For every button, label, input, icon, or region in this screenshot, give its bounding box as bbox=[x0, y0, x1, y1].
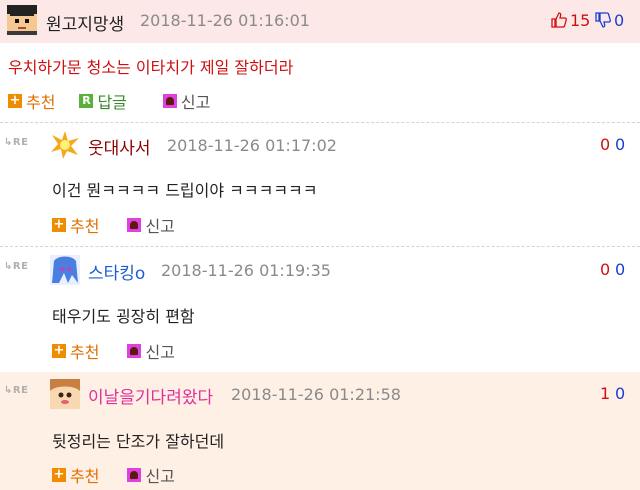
report-label: 신고 bbox=[145, 343, 175, 362]
reply-actions: + 추천 신고 bbox=[52, 214, 195, 236]
reply-up-count: 1 bbox=[600, 384, 611, 403]
plus-icon: + bbox=[8, 93, 22, 108]
reply-author[interactable]: 스타킹o bbox=[88, 259, 145, 284]
re-label: RE bbox=[12, 385, 29, 396]
re-arrow-icon: ↳RE bbox=[4, 385, 29, 396]
report-button[interactable]: 신고 bbox=[127, 339, 175, 363]
reply-up-count: 0 bbox=[600, 135, 611, 154]
like-count: 15 bbox=[570, 11, 591, 30]
reply-actions: + 추천 신고 bbox=[52, 464, 195, 486]
reply-r-icon: R bbox=[79, 94, 94, 108]
plus-icon: + bbox=[52, 343, 66, 358]
reply-down-count: 0 bbox=[615, 135, 626, 154]
reply-avatar[interactable] bbox=[50, 130, 80, 160]
report-button[interactable]: 신고 bbox=[162, 89, 211, 113]
reply-up-count: 0 bbox=[600, 260, 611, 279]
reply-item: ↳RE 스타킹o 2018-11-26 01:19:35 0 0 태우기도 굉장… bbox=[0, 247, 640, 371]
reply-actions: + 추천 신고 bbox=[52, 340, 195, 362]
report-button[interactable]: 신고 bbox=[127, 463, 175, 487]
reply-button[interactable]: R 답글 bbox=[79, 89, 127, 113]
recommend-button[interactable]: + 추천 bbox=[52, 339, 99, 363]
recommend-label: 추천 bbox=[70, 467, 100, 486]
recommend-label: 추천 bbox=[70, 217, 100, 236]
dislike-count: 0 bbox=[614, 11, 625, 30]
re-label: RE bbox=[12, 261, 29, 272]
plus-icon: + bbox=[52, 217, 66, 232]
reply-date: 2018-11-26 01:21:58 bbox=[231, 385, 401, 404]
reply-author[interactable]: 웃대사서 bbox=[88, 134, 151, 159]
post-actions: + 추천 R 답글 신고 bbox=[8, 90, 230, 112]
post-date: 2018-11-26 01:16:01 bbox=[140, 11, 310, 30]
recommend-button[interactable]: + 추천 bbox=[52, 213, 99, 237]
thumbs-down-icon[interactable] bbox=[595, 12, 611, 28]
plus-icon: + bbox=[52, 467, 66, 482]
recommend-button[interactable]: + 추천 bbox=[8, 89, 55, 113]
reply-date: 2018-11-26 01:19:35 bbox=[161, 261, 331, 280]
re-label: RE bbox=[12, 137, 29, 148]
recommend-button[interactable]: + 추천 bbox=[52, 463, 99, 487]
thumbs-up-icon[interactable] bbox=[551, 12, 567, 28]
post-header: 원고지망생 2018-11-26 01:16:01 15 0 bbox=[0, 0, 640, 43]
reply-label: 답글 bbox=[97, 93, 127, 112]
reply-text: 태우기도 굉장히 편함 bbox=[52, 307, 195, 326]
report-icon bbox=[127, 344, 142, 358]
recommend-label: 추천 bbox=[70, 343, 100, 362]
reply-text: 이건 뭔ㅋㅋㅋㅋ 드립이야 ㅋㅋㅋㅋㅋㅋ bbox=[52, 181, 318, 200]
report-label: 신고 bbox=[145, 217, 175, 236]
report-icon bbox=[162, 94, 177, 108]
report-icon bbox=[127, 218, 142, 232]
re-arrow-icon: ↳RE bbox=[4, 261, 29, 272]
reply-down-count: 0 bbox=[615, 260, 626, 279]
post-text: 우치하가문 청소는 이타치가 제일 잘하더라 bbox=[8, 58, 294, 77]
reply-author[interactable]: 이날을기다려왔다 bbox=[88, 383, 213, 408]
reply-item: ↳RE 웃대사서 2018-11-26 01:17:02 0 0 이건 뭔ㅋㅋㅋ… bbox=[0, 123, 640, 247]
report-label: 신고 bbox=[145, 467, 175, 486]
recommend-label: 추천 bbox=[26, 93, 56, 112]
reply-text: 뒷정리는 단조가 잘하던데 bbox=[52, 432, 225, 451]
report-label: 신고 bbox=[180, 93, 211, 112]
reply-avatar[interactable] bbox=[50, 255, 80, 285]
reply-avatar[interactable] bbox=[50, 379, 80, 409]
reply-date: 2018-11-26 01:17:02 bbox=[167, 136, 337, 155]
report-button[interactable]: 신고 bbox=[127, 213, 175, 237]
re-arrow-icon: ↳RE bbox=[4, 137, 29, 148]
reply-down-count: 0 bbox=[615, 384, 626, 403]
main-post: 원고지망생 2018-11-26 01:16:01 15 0 우치하가문 청소는… bbox=[0, 0, 640, 122]
reply-item: ↳RE 이날을기다려왔다 2018-11-26 01:21:58 1 0 뒷정리… bbox=[0, 372, 640, 490]
report-icon bbox=[127, 468, 142, 482]
post-author[interactable]: 원고지망생 bbox=[46, 10, 124, 35]
author-avatar[interactable] bbox=[7, 5, 37, 35]
